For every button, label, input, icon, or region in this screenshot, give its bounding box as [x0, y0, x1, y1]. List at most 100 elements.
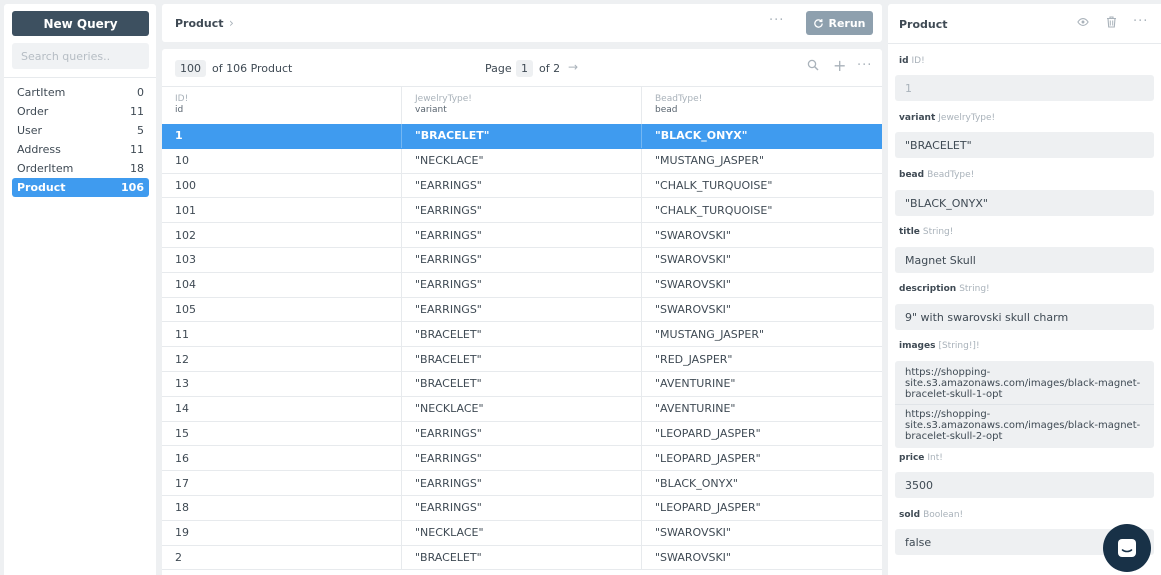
search-queries-input[interactable]	[12, 43, 149, 69]
column-header-variant[interactable]: JewelryType! variant	[402, 87, 642, 125]
chat-support-button[interactable]	[1103, 524, 1151, 572]
table-cell-bead[interactable]: "SWAROVSKI"	[642, 521, 882, 545]
next-page-icon[interactable]: →	[568, 60, 578, 74]
table-cell-bead[interactable]: "AVENTURINE"	[642, 397, 882, 421]
table-cell-variant[interactable]: "EARRINGS"	[402, 272, 642, 297]
table-cell-bead[interactable]: "BLACK_ONYX"	[642, 471, 882, 495]
table-cell-id[interactable]: 1	[162, 124, 402, 148]
table-cell-bead[interactable]: "LEOPARD_JASPER"	[642, 496, 882, 520]
sidebar-item-cartitem[interactable]: CartItem 0	[12, 83, 149, 102]
table-row[interactable]: 13 "BRACELET" "AVENTURINE"	[162, 371, 882, 397]
more-options-icon[interactable]: ···	[769, 13, 784, 28]
image-url-item[interactable]: https://shopping-site.s3.amazonaws.com/i…	[905, 409, 1144, 442]
table-row[interactable]: 104 "EARRINGS" "SWAROVSKI"	[162, 272, 882, 298]
table-cell-bead[interactable]: "SWAROVSKI"	[642, 273, 882, 297]
limit-input[interactable]: 100	[175, 60, 206, 77]
table-cell-variant[interactable]: "EARRINGS"	[402, 223, 642, 247]
table-cell-id[interactable]: 2	[162, 545, 402, 570]
table-cell-bead[interactable]: "SWAROVSKI"	[642, 248, 882, 272]
table-row[interactable]: 101 "EARRINGS" "CHALK_TURQUOISE"	[162, 198, 882, 224]
page-number-input[interactable]: 1	[516, 60, 533, 77]
table-row[interactable]: 19 "NECKLACE" "SWAROVSKI"	[162, 520, 882, 546]
sidebar-item-orderitem[interactable]: OrderItem 18	[12, 159, 149, 178]
table-cell-bead[interactable]: "BLACK_ONYX"	[642, 124, 882, 148]
table-cell-variant[interactable]: "NECKLACE"	[402, 396, 642, 421]
table-cell-bead[interactable]: "LEOPARD_JASPER"	[642, 446, 882, 470]
table-cell-id[interactable]: 105	[162, 297, 402, 322]
sidebar-item-order[interactable]: Order 11	[12, 102, 149, 121]
field-value-images[interactable]: https://shopping-site.s3.amazonaws.com/i…	[895, 361, 1154, 448]
table-cell-id[interactable]: 12	[162, 347, 402, 371]
table-cell-variant[interactable]: "EARRINGS"	[402, 247, 642, 272]
table-cell-variant[interactable]: "EARRINGS"	[402, 495, 642, 520]
search-icon[interactable]	[807, 59, 819, 75]
table-row[interactable]: 103 "EARRINGS" "SWAROVSKI"	[162, 247, 882, 273]
column-header-id[interactable]: ID! id	[162, 87, 402, 125]
table-cell-variant[interactable]: "EARRINGS"	[402, 446, 642, 471]
table-cell-id[interactable]: 14	[162, 396, 402, 421]
more-options-icon[interactable]: ···	[857, 58, 872, 73]
table-cell-id[interactable]: 19	[162, 520, 402, 545]
field-value-description[interactable]: 9" with swarovski skull charm	[895, 304, 1154, 330]
table-row[interactable]: 10 "NECKLACE" "MUSTANG_JASPER"	[162, 148, 882, 174]
field-value-title[interactable]: Magnet Skull	[895, 247, 1154, 273]
trash-icon[interactable]	[1106, 16, 1117, 31]
image-url-item[interactable]: https://shopping-site.s3.amazonaws.com/i…	[905, 367, 1144, 400]
table-cell-variant[interactable]: "NECKLACE"	[402, 148, 642, 173]
table-cell-bead[interactable]: "SWAROVSKI"	[642, 223, 882, 247]
table-cell-id[interactable]: 101	[162, 198, 402, 223]
more-options-icon[interactable]: ···	[1133, 14, 1148, 29]
table-cell-variant[interactable]: "BRACELET"	[402, 124, 642, 148]
table-cell-id[interactable]: 102	[162, 223, 402, 247]
table-row[interactable]: 1 "BRACELET" "BLACK_ONYX"	[162, 124, 882, 149]
table-row[interactable]: 14 "NECKLACE" "AVENTURINE"	[162, 396, 882, 422]
table-cell-variant[interactable]: "BRACELET"	[402, 347, 642, 371]
table-cell-bead[interactable]: "MUSTANG_JASPER"	[642, 149, 882, 173]
table-cell-bead[interactable]: "MUSTANG_JASPER"	[642, 322, 882, 346]
table-cell-id[interactable]: 100	[162, 173, 402, 198]
table-cell-id[interactable]: 10	[162, 148, 402, 173]
table-cell-bead[interactable]: "SWAROVSKI"	[642, 546, 882, 570]
table-cell-bead[interactable]: "AVENTURINE"	[642, 372, 882, 396]
chevron-right-icon[interactable]: ›	[229, 16, 234, 30]
table-cell-variant[interactable]: "BRACELET"	[402, 545, 642, 570]
table-cell-id[interactable]: 13	[162, 371, 402, 396]
table-cell-id[interactable]: 16	[162, 446, 402, 471]
table-row[interactable]: 11 "BRACELET" "MUSTANG_JASPER"	[162, 322, 882, 348]
field-value-bead[interactable]: "BLACK_ONYX"	[895, 190, 1154, 216]
table-cell-bead[interactable]: "CHALK_TURQUOISE"	[642, 174, 882, 198]
table-row[interactable]: 17 "EARRINGS" "BLACK_ONYX"	[162, 471, 882, 496]
table-row[interactable]: 12 "BRACELET" "RED_JASPER"	[162, 347, 882, 372]
sidebar-item-product[interactable]: Product 106	[12, 178, 149, 197]
table-row[interactable]: 18 "EARRINGS" "LEOPARD_JASPER"	[162, 495, 882, 521]
table-cell-variant[interactable]: "EARRINGS"	[402, 421, 642, 446]
table-cell-bead[interactable]: "SWAROVSKI"	[642, 298, 882, 322]
table-cell-id[interactable]: 15	[162, 421, 402, 446]
table-row[interactable]: 105 "EARRINGS" "SWAROVSKI"	[162, 297, 882, 323]
table-cell-bead[interactable]: "LEOPARD_JASPER"	[642, 422, 882, 446]
table-row[interactable]: 15 "EARRINGS" "LEOPARD_JASPER"	[162, 421, 882, 447]
table-row[interactable]: 2 "BRACELET" "SWAROVSKI"	[162, 545, 882, 571]
field-value-price[interactable]: 3500	[895, 472, 1154, 498]
table-cell-variant[interactable]: "BRACELET"	[402, 371, 642, 396]
table-cell-variant[interactable]: "EARRINGS"	[402, 471, 642, 495]
table-cell-id[interactable]: 18	[162, 495, 402, 520]
sidebar-item-address[interactable]: Address 11	[12, 140, 149, 159]
table-cell-id[interactable]: 11	[162, 322, 402, 347]
table-cell-id[interactable]: 104	[162, 272, 402, 297]
table-cell-variant[interactable]: "EARRINGS"	[402, 198, 642, 223]
table-row[interactable]: 102 "EARRINGS" "SWAROVSKI"	[162, 223, 882, 248]
table-row[interactable]: 16 "EARRINGS" "LEOPARD_JASPER"	[162, 446, 882, 472]
new-query-button[interactable]: New Query	[12, 11, 149, 36]
add-icon[interactable]: +	[833, 56, 846, 75]
table-cell-bead[interactable]: "RED_JASPER"	[642, 347, 882, 371]
field-value-variant[interactable]: "BRACELET"	[895, 132, 1154, 158]
table-cell-variant[interactable]: "EARRINGS"	[402, 297, 642, 322]
column-header-bead[interactable]: BeadType! bead	[642, 87, 882, 125]
table-cell-variant[interactable]: "BRACELET"	[402, 322, 642, 347]
table-row[interactable]: 100 "EARRINGS" "CHALK_TURQUOISE"	[162, 173, 882, 199]
table-cell-variant[interactable]: "EARRINGS"	[402, 173, 642, 198]
sidebar-item-user[interactable]: User 5	[12, 121, 149, 140]
table-cell-bead[interactable]: "CHALK_TURQUOISE"	[642, 198, 882, 222]
rerun-button[interactable]: Rerun	[806, 11, 873, 35]
